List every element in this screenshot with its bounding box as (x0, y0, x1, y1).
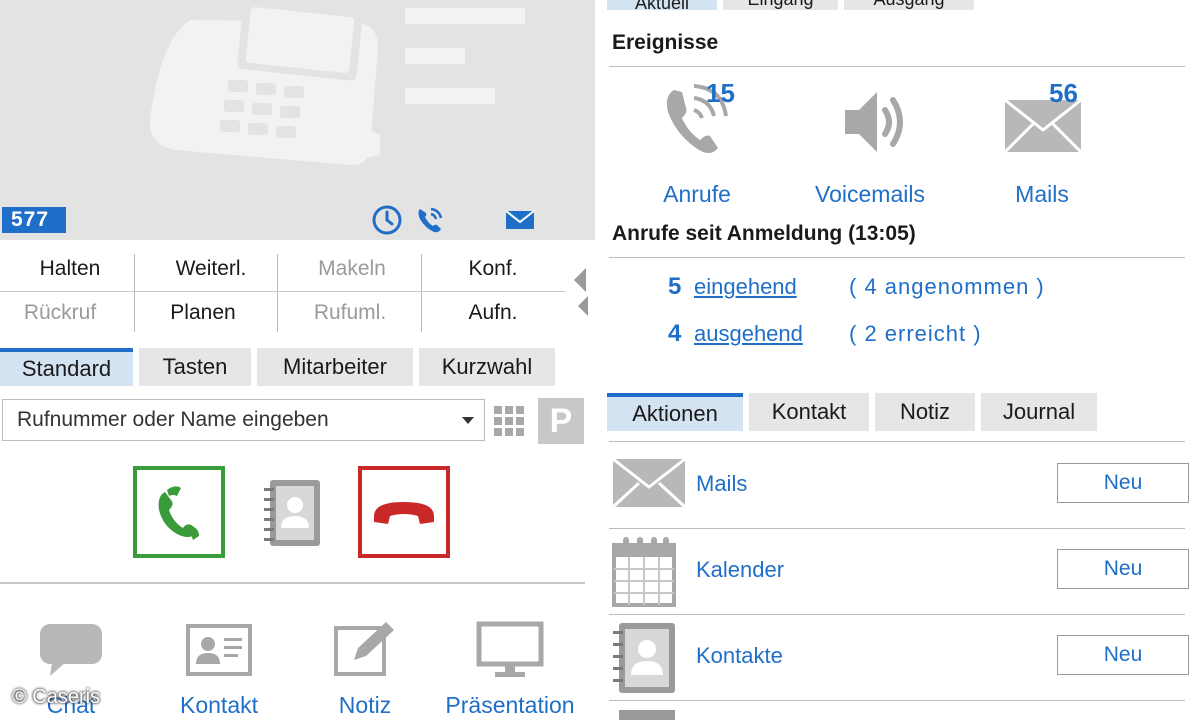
tab-inbox[interactable]: Eingang (723, 0, 838, 10)
divider (609, 700, 1185, 701)
envelope-icon (611, 457, 687, 509)
action-row-mails: Mails Neu (609, 443, 1189, 529)
divider (609, 257, 1185, 258)
tab-speed-dial[interactable]: Kurzwahl (419, 348, 555, 386)
action-row-contacts: Kontakte Neu (609, 615, 1189, 701)
contact-label: Kontakt (180, 692, 258, 718)
outgoing-note: ( 2 erreicht ) (849, 321, 982, 346)
events-title: Ereignisse (612, 31, 719, 54)
hangup-button[interactable] (358, 466, 450, 558)
phone-calls-icon[interactable] (414, 204, 446, 236)
incoming-count: 5 (668, 273, 682, 300)
event-mails[interactable]: 56 Mails (967, 78, 1117, 208)
address-book-icon (613, 623, 675, 693)
incoming-calls-row: 5 eingehend ( 4 angenommen ) (668, 273, 1045, 301)
hold-button[interactable]: Halten (0, 248, 140, 290)
address-book-icon[interactable] (262, 478, 324, 548)
outgoing-link[interactable]: ausgehend (694, 321, 849, 347)
clock-icon[interactable] (371, 204, 403, 236)
divider (0, 291, 565, 292)
tab-current[interactable]: Aktuell (607, 0, 717, 13)
schedule-button[interactable]: Planen (133, 292, 273, 334)
calls-label: Anrufe (663, 181, 731, 207)
incoming-link[interactable]: eingehend (694, 274, 849, 300)
info-panel: Aktuell Eingang Ausgang Ereignisse 15 An… (595, 0, 1200, 720)
calls-count: 15 (706, 78, 735, 108)
conference-button[interactable]: Konf. (423, 248, 563, 290)
keypad-icon[interactable] (492, 404, 526, 438)
new-calendar-button[interactable]: Neu (1057, 549, 1189, 589)
calendar-icon (612, 537, 676, 607)
phone-handset-icon (158, 486, 199, 540)
tab-contact[interactable]: Kontakt (749, 393, 869, 431)
speaker-icon (845, 92, 903, 152)
divider (134, 254, 135, 332)
copyright-watermark: © Caseris (12, 686, 101, 708)
top-tabbar: Aktuell Eingang Ausgang (607, 0, 980, 13)
presentation-label: Präsentation (445, 692, 575, 718)
divider (609, 66, 1185, 67)
forward-button[interactable]: Weiterl. (141, 248, 281, 290)
divider (0, 582, 585, 584)
note-edit-icon (334, 622, 394, 676)
envelope-icon[interactable] (504, 204, 536, 236)
desk-phone-icon (149, 0, 525, 166)
voicemails-label: Voicemails (815, 181, 925, 207)
phone-display-area: 577 (0, 0, 595, 240)
dial-input[interactable]: Rufnummer oder Name eingeben (2, 399, 485, 441)
partial-row-icon (619, 710, 675, 720)
tab-note[interactable]: Notiz (875, 393, 975, 431)
calendar-action-label[interactable]: Kalender (696, 557, 784, 583)
collapse-panel-arrow-icon[interactable] (578, 296, 588, 316)
dial-call-button[interactable] (133, 466, 225, 558)
calls-since-login-title: Anrufe seit Anmeldung (13:05) (612, 222, 916, 245)
extension-badge: 577 (2, 207, 66, 233)
tab-standard[interactable]: Standard (0, 348, 133, 386)
chat-bubble-icon (40, 624, 102, 676)
event-calls[interactable]: 15 Anrufe (622, 78, 772, 208)
action-tabbar: Aktionen Kontakt Notiz Journal (607, 393, 1103, 431)
divider (277, 254, 278, 332)
mails-count: 56 (1049, 78, 1078, 108)
record-button[interactable]: Aufn. (423, 292, 563, 334)
incoming-note: ( 4 angenommen ) (849, 274, 1045, 299)
note-label: Notiz (338, 692, 392, 718)
monitor-icon (476, 621, 544, 677)
collapse-panel-arrow-icon[interactable] (574, 268, 586, 292)
tab-keys[interactable]: Tasten (139, 348, 251, 386)
divider (421, 254, 422, 332)
contact-card-icon (186, 624, 252, 676)
tab-staff[interactable]: Mitarbeiter (257, 348, 413, 386)
note-action[interactable]: Notiz (290, 620, 440, 719)
new-mail-button[interactable]: Neu (1057, 463, 1189, 503)
contact-action[interactable]: Kontakt (144, 620, 294, 719)
dial-input-placeholder: Rufnummer oder Name eingeben (17, 408, 329, 431)
outgoing-calls-row: 4 ausgehend ( 2 erreicht ) (668, 320, 982, 348)
event-voicemails[interactable]: Voicemails (795, 82, 945, 208)
action-row-calendar: Kalender Neu (609, 529, 1189, 615)
call-redirect-button[interactable]: Rufuml. (280, 292, 420, 334)
call-function-grid: Halten Weiterl. Makeln Konf. Rückruf Pla… (0, 248, 565, 334)
callback-button[interactable]: Rückruf (0, 292, 130, 334)
new-contact-button[interactable]: Neu (1057, 635, 1189, 675)
divider (609, 441, 1185, 442)
mails-action-label[interactable]: Mails (696, 471, 747, 497)
outgoing-count: 4 (668, 320, 682, 347)
mails-label: Mails (1015, 181, 1069, 207)
park-button[interactable]: P (538, 398, 584, 444)
tab-outbox[interactable]: Ausgang (844, 0, 974, 10)
hangup-icon (374, 502, 434, 524)
presentation-action[interactable]: Präsentation (435, 620, 585, 719)
contacts-action-label[interactable]: Kontakte (696, 643, 783, 669)
tab-journal[interactable]: Journal (981, 393, 1097, 431)
toggle-calls-button[interactable]: Makeln (282, 248, 422, 290)
phone-panel: 577 Halten Weiterl. Makeln Konf. Rückruf… (0, 0, 595, 720)
dropdown-caret-icon[interactable] (462, 417, 474, 424)
tab-actions[interactable]: Aktionen (607, 393, 743, 431)
left-tabbar: Standard Tasten Mitarbeiter Kurzwahl (0, 348, 561, 386)
